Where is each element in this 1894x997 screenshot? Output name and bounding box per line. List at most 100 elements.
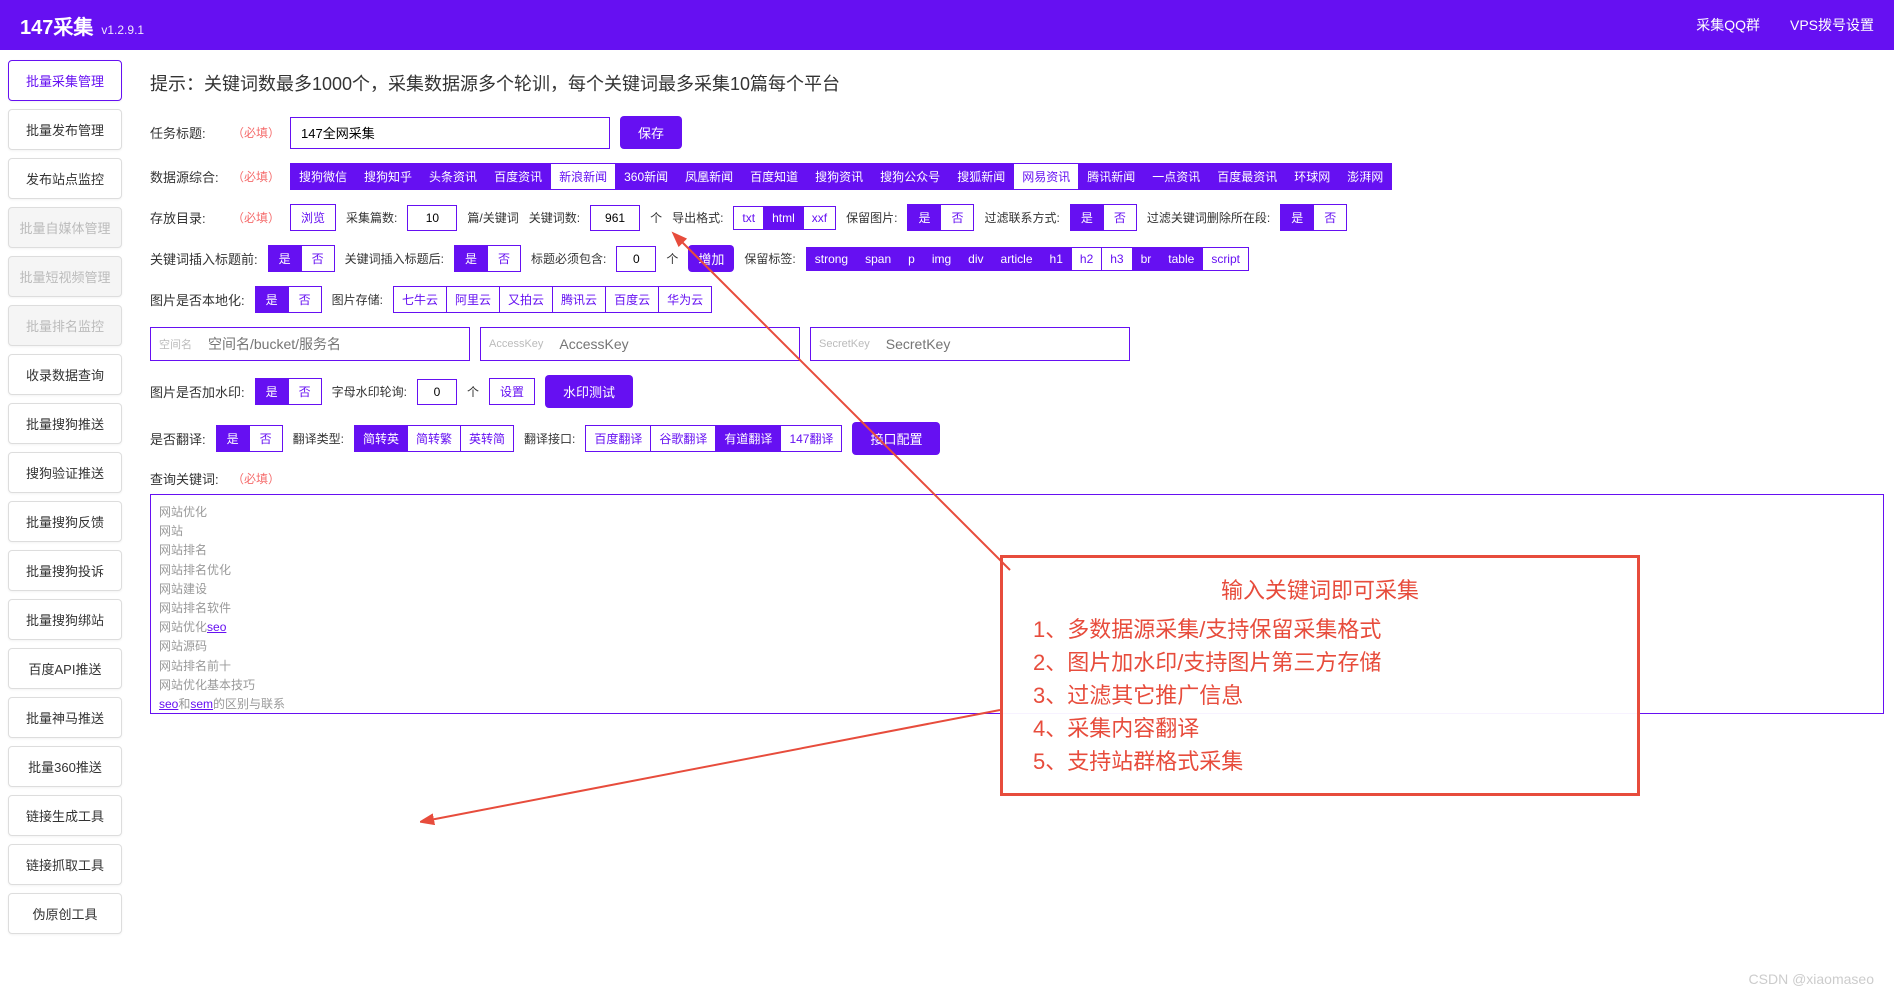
source-tag[interactable]: 一点资讯 <box>1144 163 1209 190</box>
save-button[interactable]: 保存 <box>620 116 682 149</box>
store-tag[interactable]: 七牛云 <box>393 286 447 313</box>
space-input[interactable] <box>200 336 469 352</box>
wm-test-button[interactable]: 水印测试 <box>545 375 633 408</box>
translate-api-tag[interactable]: 百度翻译 <box>585 425 651 452</box>
no-option[interactable]: 否 <box>1104 204 1137 231</box>
sk-input[interactable] <box>878 336 1129 352</box>
collect-count-input[interactable] <box>407 205 457 231</box>
add-button[interactable]: 增加 <box>688 245 734 272</box>
keep-tag[interactable]: h3 <box>1102 247 1132 271</box>
translate-toggle[interactable]: 是 否 <box>216 425 283 452</box>
keep-tag[interactable]: script <box>1203 247 1249 271</box>
keep-tag[interactable]: strong <box>806 247 857 271</box>
yes-option[interactable]: 是 <box>454 245 488 272</box>
keep-img-toggle[interactable]: 是 否 <box>907 204 974 231</box>
store-tag[interactable]: 又拍云 <box>500 286 553 313</box>
yes-option[interactable]: 是 <box>255 378 289 405</box>
keep-tag[interactable]: table <box>1160 247 1203 271</box>
yes-option[interactable]: 是 <box>907 204 941 231</box>
sidebar-item[interactable]: 批量搜狗绑站 <box>8 599 122 640</box>
translate-type-tag[interactable]: 简转英 <box>354 425 408 452</box>
keep-tag[interactable]: span <box>857 247 900 271</box>
store-tag[interactable]: 阿里云 <box>447 286 500 313</box>
task-title-input[interactable] <box>290 117 610 149</box>
no-option[interactable]: 否 <box>250 425 283 452</box>
sidebar-item[interactable]: 批量搜狗反馈 <box>8 501 122 542</box>
must-contain-input[interactable] <box>616 246 656 272</box>
sidebar-item[interactable]: 批量神马推送 <box>8 697 122 738</box>
browse-button[interactable]: 浏览 <box>290 204 336 231</box>
store-tag[interactable]: 华为云 <box>659 286 712 313</box>
filter-contact-toggle[interactable]: 是 否 <box>1070 204 1137 231</box>
source-tag[interactable]: 新浪新闻 <box>551 163 616 190</box>
ak-input[interactable] <box>551 336 799 352</box>
sidebar-item[interactable]: 收录数据查询 <box>8 354 122 395</box>
source-tag[interactable]: 头条资讯 <box>421 163 486 190</box>
keep-tag[interactable]: div <box>960 247 992 271</box>
store-tag[interactable]: 腾讯云 <box>553 286 606 313</box>
no-option[interactable]: 否 <box>289 286 322 313</box>
store-tag[interactable]: 百度云 <box>606 286 659 313</box>
no-option[interactable]: 否 <box>1314 204 1347 231</box>
source-tag[interactable]: 网易资讯 <box>1014 163 1079 190</box>
no-option[interactable]: 否 <box>289 378 322 405</box>
source-tag[interactable]: 百度资讯 <box>486 163 551 190</box>
yes-option[interactable]: 是 <box>1280 204 1314 231</box>
wm-set-button[interactable]: 设置 <box>489 378 535 405</box>
filter-kw-toggle[interactable]: 是 否 <box>1280 204 1347 231</box>
keep-tag[interactable]: article <box>993 247 1042 271</box>
api-config-button[interactable]: 接口配置 <box>852 422 940 455</box>
watermark-toggle[interactable]: 是 否 <box>255 378 322 405</box>
sidebar-item[interactable]: 链接抓取工具 <box>8 844 122 885</box>
source-tag[interactable]: 搜狗微信 <box>290 163 356 190</box>
export-tag[interactable]: txt <box>733 206 764 230</box>
sidebar-item[interactable]: 批量发布管理 <box>8 109 122 150</box>
keep-tag[interactable]: p <box>900 247 924 271</box>
yes-option[interactable]: 是 <box>1070 204 1104 231</box>
no-option[interactable]: 否 <box>488 245 521 272</box>
translate-type-tag[interactable]: 英转简 <box>461 425 514 452</box>
no-option[interactable]: 否 <box>302 245 335 272</box>
source-tag[interactable]: 搜狗公众号 <box>872 163 949 190</box>
source-tag[interactable]: 百度最资讯 <box>1209 163 1286 190</box>
sidebar-item[interactable]: 链接生成工具 <box>8 795 122 836</box>
sidebar-item[interactable]: 伪原创工具 <box>8 893 122 934</box>
sidebar-item[interactable]: 批量搜狗推送 <box>8 403 122 444</box>
keep-tag[interactable]: h2 <box>1072 247 1102 271</box>
yes-option[interactable]: 是 <box>255 286 289 313</box>
source-tag[interactable]: 搜狗资讯 <box>807 163 872 190</box>
yes-option[interactable]: 是 <box>268 245 302 272</box>
keep-tag[interactable]: br <box>1133 247 1161 271</box>
header-link-vps[interactable]: VPS拨号设置 <box>1790 15 1874 35</box>
source-tag[interactable]: 搜狐新闻 <box>949 163 1014 190</box>
source-tag[interactable]: 腾讯新闻 <box>1079 163 1144 190</box>
translate-api-tag[interactable]: 147翻译 <box>781 425 842 452</box>
keep-tag[interactable]: h1 <box>1042 247 1072 271</box>
rotate-input[interactable] <box>417 379 457 405</box>
sidebar-item[interactable]: 批量搜狗投诉 <box>8 550 122 591</box>
source-tag[interactable]: 360新闻 <box>616 163 677 190</box>
source-tag[interactable]: 百度知道 <box>742 163 807 190</box>
insert-before-toggle[interactable]: 是 否 <box>268 245 335 272</box>
translate-api-tag[interactable]: 有道翻译 <box>716 425 781 452</box>
insert-after-toggle[interactable]: 是 否 <box>454 245 521 272</box>
source-tag[interactable]: 澎湃网 <box>1339 163 1392 190</box>
img-local-toggle[interactable]: 是 否 <box>255 286 322 313</box>
export-tag[interactable]: xxf <box>804 206 836 230</box>
yes-option[interactable]: 是 <box>216 425 250 452</box>
keyword-count-input[interactable] <box>590 205 640 231</box>
sidebar-item[interactable]: 百度API推送 <box>8 648 122 689</box>
sidebar-item[interactable]: 批量360推送 <box>8 746 122 787</box>
source-tag[interactable]: 搜狗知乎 <box>356 163 421 190</box>
translate-type-tag[interactable]: 简转繁 <box>408 425 461 452</box>
sidebar-item[interactable]: 批量采集管理 <box>8 60 122 101</box>
source-tag[interactable]: 凤凰新闻 <box>677 163 742 190</box>
header-link-qq[interactable]: 采集QQ群 <box>1696 15 1760 35</box>
translate-api-tag[interactable]: 谷歌翻译 <box>651 425 716 452</box>
source-tag[interactable]: 环球网 <box>1286 163 1339 190</box>
no-option[interactable]: 否 <box>941 204 974 231</box>
sidebar-item[interactable]: 搜狗验证推送 <box>8 452 122 493</box>
sidebar-item[interactable]: 发布站点监控 <box>8 158 122 199</box>
export-tag[interactable]: html <box>764 206 804 230</box>
keep-tag[interactable]: img <box>924 247 960 271</box>
